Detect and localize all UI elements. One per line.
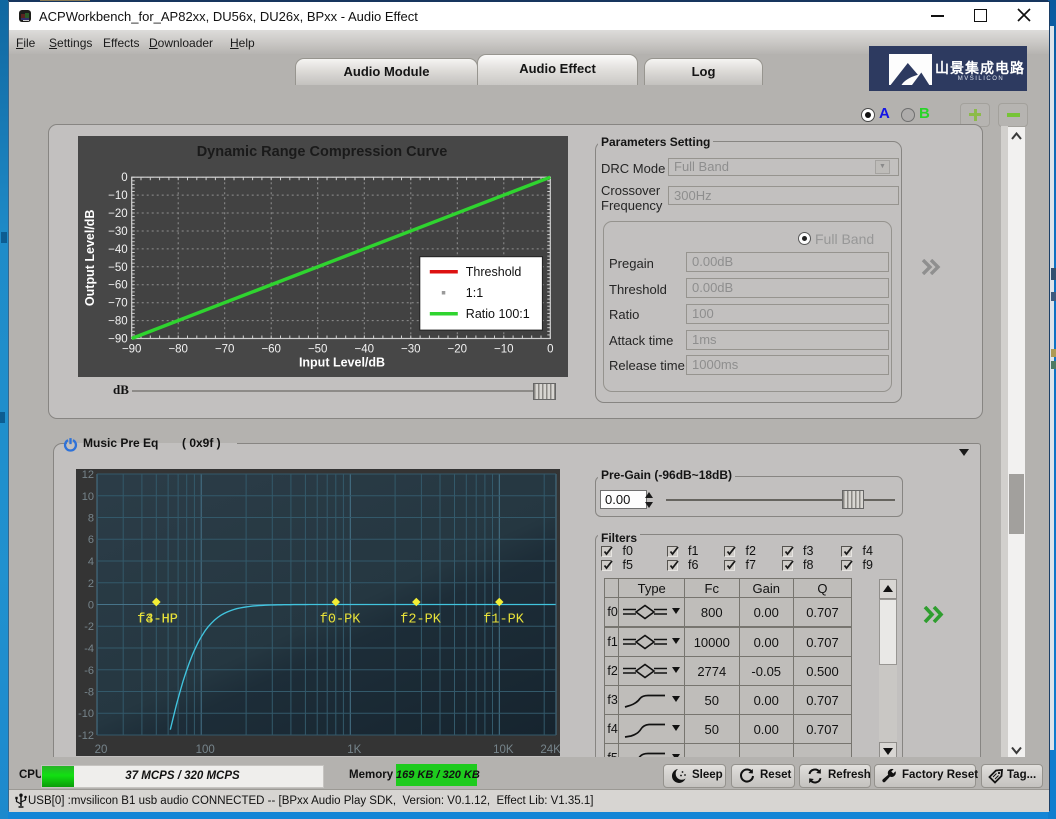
svg-text:−20: −20 — [448, 343, 468, 355]
svg-text:Ratio 100:1: Ratio 100:1 — [466, 307, 530, 321]
svg-text:0: 0 — [547, 343, 553, 355]
svg-text:−10: −10 — [494, 343, 514, 355]
svg-text:−90: −90 — [122, 343, 142, 355]
svg-text:10: 10 — [82, 490, 94, 502]
svg-text:−40: −40 — [108, 243, 128, 255]
svg-text:-2: -2 — [84, 621, 94, 633]
svg-text:−30: −30 — [108, 226, 128, 238]
svg-text:Dynamic Range Compression Curv: Dynamic Range Compression Curve — [197, 144, 448, 160]
svg-text:−80: −80 — [168, 343, 188, 355]
svg-text:6: 6 — [88, 534, 94, 546]
svg-text:−10: −10 — [108, 190, 128, 202]
svg-text:f0-PK: f0-PK — [320, 612, 361, 627]
svg-text:−20: −20 — [108, 208, 128, 220]
svg-text:8: 8 — [88, 512, 94, 524]
svg-text:-6: -6 — [84, 664, 94, 676]
svg-text:12: 12 — [82, 469, 94, 481]
svg-text:−60: −60 — [261, 343, 281, 355]
svg-text:−50: −50 — [308, 343, 328, 355]
svg-text:Threshold: Threshold — [466, 265, 522, 279]
svg-text:24K: 24K — [540, 744, 560, 756]
svg-text:−40: −40 — [355, 343, 375, 355]
svg-text:f2-PK: f2-PK — [400, 612, 441, 627]
svg-text:4: 4 — [88, 556, 94, 568]
svg-text:Output Level/dB: Output Level/dB — [83, 209, 97, 306]
svg-text:f1-PK: f1-PK — [483, 612, 524, 627]
svg-text:Input Level/dB: Input Level/dB — [299, 355, 385, 369]
svg-text:2: 2 — [88, 577, 94, 589]
svg-text:20: 20 — [95, 744, 108, 756]
svg-text:1K: 1K — [347, 744, 361, 756]
svg-text:f4-HP: f4-HP — [137, 612, 178, 627]
svg-text:−50: −50 — [108, 261, 128, 273]
svg-text:-10: -10 — [78, 708, 94, 720]
svg-text:−80: −80 — [108, 315, 128, 327]
svg-text:−70: −70 — [215, 343, 235, 355]
svg-text:10K: 10K — [493, 744, 514, 756]
svg-text:-8: -8 — [84, 686, 94, 698]
svg-text:1:1: 1:1 — [466, 286, 483, 300]
svg-text:-4: -4 — [84, 643, 94, 655]
svg-text:−60: −60 — [108, 279, 128, 291]
svg-text:0: 0 — [121, 172, 127, 184]
svg-text:−70: −70 — [108, 297, 128, 309]
svg-text:−30: −30 — [401, 343, 421, 355]
svg-text:0: 0 — [88, 599, 94, 611]
svg-text:100: 100 — [196, 744, 215, 756]
svg-text:-12: -12 — [78, 730, 94, 742]
